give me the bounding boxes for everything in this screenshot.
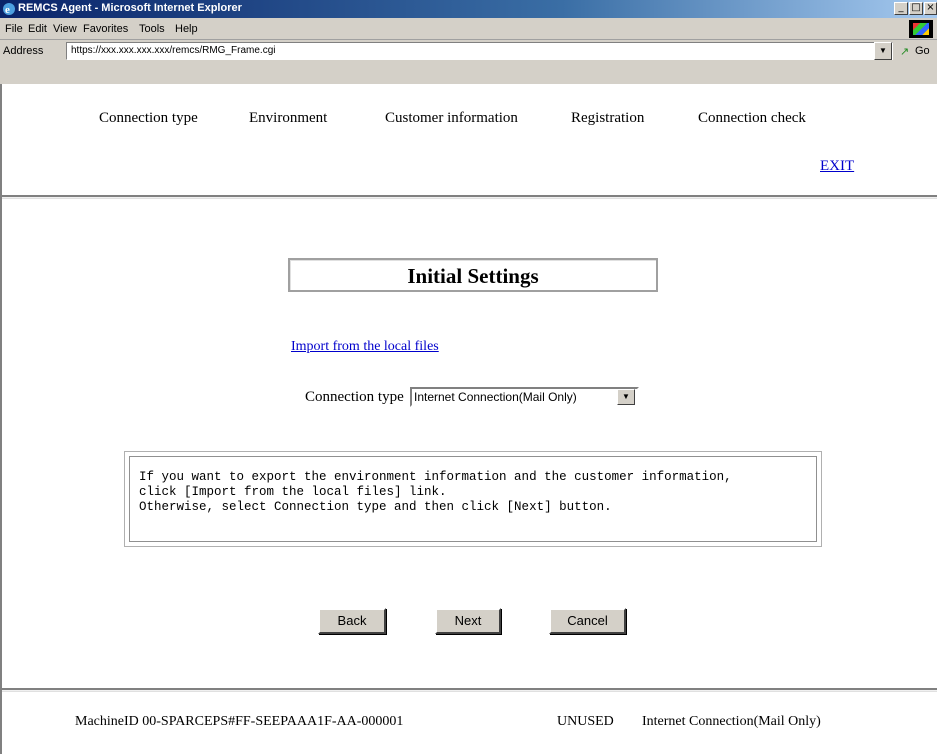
address-input[interactable]: https://xxx.xxx.xxx.xxx/remcs/RMG_Frame.… (66, 42, 893, 60)
ie-app-icon: e (3, 3, 15, 16)
title-bar[interactable]: e REMCS Agent - Microsoft Internet Explo… (0, 0, 937, 18)
message-line: Otherwise, select Connection type and th… (139, 500, 612, 514)
svg-text:e: e (5, 4, 10, 16)
step-customer-information: Customer information (385, 110, 518, 126)
connection-type-value: Internet Connection(Mail Only) (414, 390, 577, 404)
message-line: If you want to export the environment in… (139, 470, 732, 484)
menu-favorites[interactable]: Favorites (83, 23, 128, 35)
window-title: REMCS Agent - Microsoft Internet Explore… (18, 2, 242, 14)
menu-tools[interactable]: Tools (139, 23, 165, 35)
import-local-files-link[interactable]: Import from the local files (291, 339, 439, 355)
go-arrow-icon[interactable]: ↗ (900, 45, 909, 58)
footer-divider (2, 688, 937, 692)
close-button[interactable]: × (924, 2, 937, 15)
address-label: Address (3, 45, 44, 57)
next-button[interactable]: Next (435, 608, 501, 634)
minimize-button[interactable]: _ (894, 2, 908, 15)
step-connection-check: Connection check (698, 110, 806, 126)
address-bar: Address https://xxx.xxx.xxx.xxx/remcs/RM… (0, 40, 937, 84)
menu-file[interactable]: File (5, 23, 23, 35)
info-message-inner: If you want to export the environment in… (129, 456, 817, 542)
address-url: https://xxx.xxx.xxx.xxx/remcs/RMG_Frame.… (71, 45, 276, 56)
step-connection-type: Connection type (99, 110, 198, 126)
header-divider (2, 195, 937, 199)
step-environment: Environment (249, 110, 328, 126)
machine-id: MachineID 00-SPARCEPS#FF-SEEPAAA1F-AA-00… (75, 714, 404, 729)
go-button[interactable]: Go (915, 45, 930, 57)
back-button[interactable]: Back (318, 608, 386, 634)
exit-link[interactable]: EXIT (820, 158, 854, 175)
status-badge: UNUSED (557, 714, 614, 729)
page-title: Initial Settings (407, 264, 539, 288)
page-content: Connection type Environment Customer inf… (0, 84, 937, 754)
info-message-box: If you want to export the environment in… (124, 451, 822, 547)
connection-type-label: Connection type (305, 389, 404, 405)
step-registration: Registration (571, 110, 645, 126)
footer-connection-type: Internet Connection(Mail Only) (642, 714, 821, 729)
menu-edit[interactable]: Edit (28, 23, 47, 35)
menu-view[interactable]: View (53, 23, 77, 35)
message-line: click [Import from the local files] link… (139, 485, 447, 499)
chevron-down-icon[interactable]: ▼ (617, 389, 635, 405)
heading-box: Initial Settings (288, 258, 658, 292)
menu-bar: File Edit View Favorites Tools Help (0, 18, 937, 40)
maximize-button[interactable]: □ (909, 2, 923, 15)
connection-type-select[interactable]: Internet Connection(Mail Only) ▼ (410, 387, 639, 407)
menu-help[interactable]: Help (175, 23, 198, 35)
address-dropdown-button[interactable]: ▼ (874, 42, 892, 60)
cancel-button[interactable]: Cancel (549, 608, 626, 634)
windows-flag-icon (913, 23, 929, 35)
